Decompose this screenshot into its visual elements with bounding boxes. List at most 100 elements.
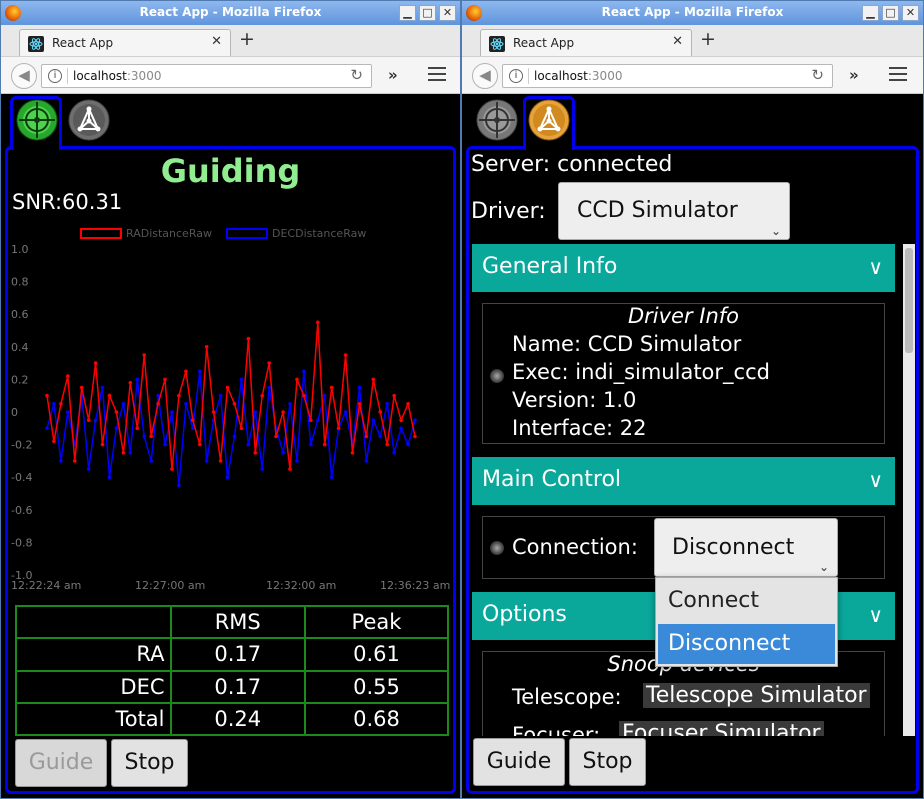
minimize-button[interactable]: ▁ [862,5,879,21]
data-point-ra [191,418,195,422]
guide-tab-icon[interactable] [16,99,58,141]
data-point-ra [93,361,98,365]
general-info-header[interactable]: General Info ∨ [472,244,895,292]
url-bar[interactable]: i localhost:3000 ↻ [41,64,372,88]
data-point-dec [45,426,49,431]
firefox-logo-icon [466,5,482,21]
guide-error-chart: 1.00.80.60.40.20-0.2-0.4-0.6-0.8-1.012:2… [11,243,450,592]
data-point-ra [329,385,334,390]
driver-info-box: Driver Info Name: CCD Simulator Exec: in… [482,303,885,444]
back-button[interactable]: ◀ [11,63,37,89]
data-point-dec [135,377,140,382]
url-separator [67,68,68,84]
status-light-icon [490,541,504,555]
data-point-dec [343,410,348,414]
data-point-ra [45,393,49,398]
chevron-down-icon: ∨ [868,468,883,492]
y-tick-label: 0 [11,406,18,419]
firefox-window-right: React App - Mozilla Firefox ▁ □ ✕ React … [461,0,924,799]
maximize-button[interactable]: □ [419,5,436,21]
driver-select[interactable]: CCD Simulator ⌄ [558,182,790,240]
url-text: localhost:3000 [73,69,161,83]
url-host: localhost [73,69,127,83]
data-point-dec [225,475,230,479]
data-point-ra [357,402,362,406]
driver-select-value: CCD Simulator [577,198,738,223]
indi-tab-icon[interactable] [528,99,570,141]
reload-icon[interactable]: ↻ [350,66,363,84]
browser-tab[interactable]: React App ✕ [480,29,692,57]
data-point-dec [316,418,320,422]
data-point-ra [302,393,306,398]
url-bar[interactable]: i localhost:3000 ↻ [502,64,833,88]
data-point-ra [79,385,84,390]
stop-button[interactable]: Stop [569,738,646,786]
stats-peak: 0.61 [303,637,450,672]
data-point-dec [59,459,63,463]
connection-select[interactable]: Disconnect ⌄ [654,518,838,577]
connection-select-value: Disconnect [672,535,795,560]
data-point-dec [329,475,334,479]
data-point-ra [184,369,188,374]
browser-tab-bar: React App ✕ + [462,25,923,57]
y-tick-label: -0.8 [11,536,32,549]
browser-tab[interactable]: React App ✕ [19,29,231,57]
stop-button[interactable]: Stop [111,739,188,787]
close-window-button[interactable]: ✕ [902,5,919,21]
new-tab-button[interactable]: + [700,29,716,49]
data-point-ra [107,393,112,398]
data-point-ra [413,434,417,439]
window-title: React App - Mozilla Firefox [139,5,322,19]
close-window-button[interactable]: ✕ [439,5,456,21]
data-point-ra [371,377,376,382]
tab-close-icon[interactable]: ✕ [672,34,683,49]
data-point-ra [232,402,237,406]
data-point-dec [364,459,369,463]
tab-title: React App [513,36,575,50]
url-port: :3000 [587,69,623,83]
data-point-ra [204,345,209,349]
stats-header-rms: RMS [169,604,306,640]
reload-icon[interactable]: ↻ [811,66,824,84]
hamburger-menu-icon[interactable] [889,67,907,81]
stats-row-dec: DEC 0.17 0.55 [15,669,450,704]
data-point-dec [170,410,174,414]
stats-rms: 0.17 [169,637,306,672]
data-point-dec [413,418,417,422]
overflow-menu-icon[interactable]: » [849,66,859,84]
y-tick-label: 0.4 [11,341,29,354]
maximize-button[interactable]: □ [882,5,899,21]
stats-label: Total [15,701,172,737]
data-point-ra [246,336,251,341]
main-control-header[interactable]: Main Control ∨ [472,457,895,505]
data-point-ra [52,439,56,444]
info-icon[interactable]: i [509,69,523,83]
tab-close-icon[interactable]: ✕ [211,34,222,49]
data-point-ra [350,451,355,455]
guiding-heading: Guiding [160,152,301,190]
connection-option-disconnect[interactable]: Disconnect [658,624,835,664]
window-titlebar: React App - Mozilla Firefox ▁ □ ✕ [462,1,923,25]
data-point-ra [73,459,77,463]
back-button[interactable]: ◀ [472,63,498,89]
guide-button[interactable]: Guide [473,738,565,786]
navigation-bar: ◀ i localhost:3000 ↻ » [462,56,923,94]
data-point-ra [59,402,63,406]
overflow-menu-icon[interactable]: » [388,66,398,84]
info-icon[interactable]: i [48,69,62,83]
scrollbar-thumb[interactable] [905,248,913,353]
connection-option-connect[interactable]: Connect [658,581,835,621]
guide-tab-icon[interactable] [476,99,518,141]
accordion-scrollbar[interactable] [903,244,915,736]
data-point-ra [66,374,70,378]
indi-tab-icon[interactable] [68,99,110,141]
server-status: Server: connected [471,152,673,177]
data-point-dec [184,402,188,406]
hamburger-menu-icon[interactable] [428,67,446,81]
connection-dropdown: Connect Disconnect [655,577,838,667]
guide-button[interactable]: Guide [15,739,107,787]
new-tab-button[interactable]: + [239,29,255,49]
telescope-value[interactable]: Telescope Simulator [643,683,870,708]
minimize-button[interactable]: ▁ [399,5,416,21]
focuser-value[interactable]: Focuser Simulator [619,721,824,736]
